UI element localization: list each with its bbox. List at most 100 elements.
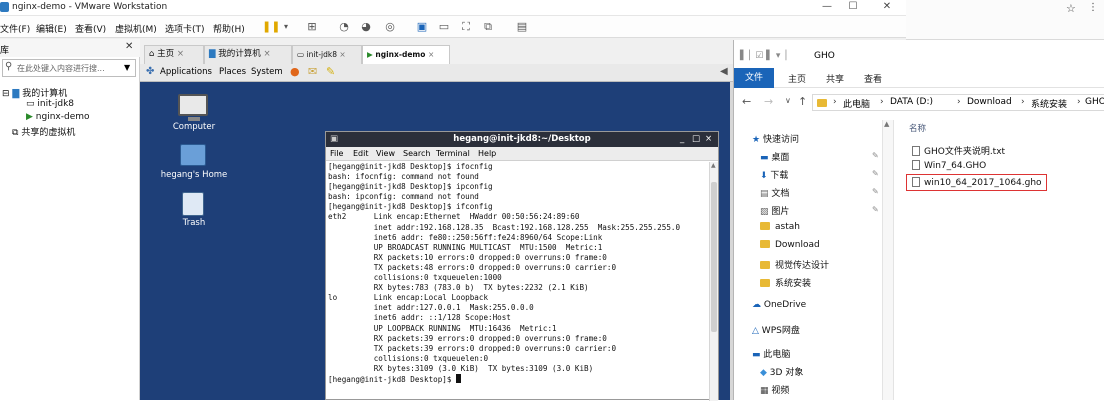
scroll-thumb[interactable] <box>711 182 717 332</box>
quick-access-toolbar-icon[interactable]: ▌│ ☑ ▌ ▾ │ <box>740 51 789 61</box>
home-folder-icon[interactable] <box>180 144 206 166</box>
up-arrow-icon[interactable]: ↑ <box>798 95 807 108</box>
pin-icon[interactable]: ✎ <box>872 205 879 214</box>
nav-3d-objects[interactable]: ◆ 3D 对象 <box>760 365 803 378</box>
nav-downloads[interactable]: ⬇ 下载 <box>760 168 788 181</box>
recent-dropdown-icon[interactable]: ∨ <box>785 96 791 105</box>
close-icon[interactable]: ✕ <box>872 0 902 16</box>
maximize-icon[interactable]: ☐ <box>838 0 868 16</box>
star-icon: ★ <box>752 135 761 145</box>
search-dropdown-icon[interactable]: ▼ <box>124 63 130 72</box>
menu-tabs[interactable]: 选项卡(T) <box>165 22 205 35</box>
tab-home[interactable]: ⌂ 主页 × <box>144 45 204 64</box>
close-tab-icon[interactable]: × <box>339 50 345 59</box>
tab-nginx-demo[interactable]: ▶ nginx-demo × <box>362 45 450 64</box>
nav-astah[interactable]: astah <box>760 222 800 232</box>
tab-my-computer[interactable]: ▇ 我的计算机 × <box>204 45 292 64</box>
forward-arrow-icon[interactable]: → <box>764 95 773 108</box>
bookmark-star-icon[interactable]: ☆ <box>1066 2 1076 15</box>
pause-icon[interactable]: ❚❚ <box>262 19 280 35</box>
close-tab-icon[interactable]: × <box>177 49 184 59</box>
menu-help[interactable]: 帮助(H) <box>213 22 245 35</box>
tab-init-jdk8[interactable]: ▭ init-jdk8 × <box>292 45 362 64</box>
close-library-icon[interactable]: ✕ <box>125 41 133 52</box>
nav-this-pc[interactable]: ▬ 此电脑 <box>752 347 790 360</box>
file-item[interactable]: GHO文件夹说明.txt <box>912 144 1005 157</box>
firefox-icon[interactable]: ● <box>290 65 300 78</box>
close-tab-icon[interactable]: × <box>428 50 434 59</box>
terminal-menu-help[interactable]: Help <box>478 149 496 158</box>
menu-edit[interactable]: 编辑(E) <box>36 22 67 35</box>
column-header-name[interactable]: 名称 <box>909 122 926 134</box>
nav-visual-design[interactable]: 视觉传达设计 <box>760 258 829 271</box>
pin-icon[interactable]: ✎ <box>872 151 879 160</box>
scroll-up-icon[interactable]: ▲ <box>711 162 716 169</box>
nav-onedrive[interactable]: ☁ OneDrive <box>752 300 806 310</box>
ribbon-tab-file[interactable]: 文件 <box>734 68 774 88</box>
thumbnail-icon[interactable]: ▭ <box>436 19 452 35</box>
nav-system-install[interactable]: 系统安装 <box>760 276 811 289</box>
notes-icon[interactable]: ✎ <box>326 65 335 78</box>
menu-places[interactable]: Places <box>219 67 246 77</box>
snapshot-icon[interactable]: ◔ <box>336 19 352 35</box>
menu-applications[interactable]: Applications <box>160 67 212 77</box>
tree-item-nginx-demo[interactable]: ▶ nginx-demo <box>26 112 90 122</box>
tree-item-init-jdk8[interactable]: ▭ init-jdk8 <box>26 99 74 109</box>
terminal-menu-icon[interactable]: ▣ <box>330 132 338 147</box>
close-tab-icon[interactable]: × <box>263 49 270 59</box>
snapshot-manager-icon[interactable]: ◎ <box>382 19 398 35</box>
mail-icon[interactable]: ✉ <box>308 65 317 78</box>
menu-file[interactable]: 文件(F) <box>0 22 30 35</box>
fullscreen-icon[interactable]: ⛶ <box>458 19 474 35</box>
nav-desktop[interactable]: ▬ 桌面 <box>760 150 789 163</box>
back-arrow-icon[interactable]: ← <box>742 95 751 108</box>
breadcrumb-system-install[interactable]: 系统安装 <box>1031 97 1067 110</box>
scroll-up-icon[interactable]: ▲ <box>884 120 889 128</box>
menu-system[interactable]: System <box>251 67 283 77</box>
terminal-menu-edit[interactable]: Edit <box>353 149 369 158</box>
menu-vm[interactable]: 虚拟机(M) <box>115 22 157 35</box>
terminal-menu-search[interactable]: Search <box>403 149 430 158</box>
terminal-close-icon[interactable]: × <box>705 132 712 147</box>
pin-icon[interactable]: ✎ <box>872 187 879 196</box>
library-search-input[interactable]: ⚲ 在此处键入内容进行搜... ▼ <box>2 59 136 77</box>
breadcrumb-data-drive[interactable]: DATA (D:) <box>890 97 933 107</box>
tree-item-shared-vms[interactable]: ⧉ 共享的虚拟机 <box>12 125 75 138</box>
breadcrumb[interactable]: › 此电脑 › DATA (D:) › Download › 系统安装 › GH… <box>812 94 1104 111</box>
ribbon-tab-view[interactable]: 查看 <box>864 72 882 85</box>
terminal-scrollbar[interactable]: ▲ <box>709 162 718 401</box>
terminal-menu-file[interactable]: File <box>330 149 343 158</box>
terminal-output[interactable]: [hegang@init-jkd8 Desktop]$ ifocnfig bash… <box>328 162 708 401</box>
nav-scrollbar[interactable]: ▲ <box>882 120 894 400</box>
computer-desktop-icon[interactable] <box>178 94 208 116</box>
nav-quick-access[interactable]: ★ 快速访问 <box>752 132 799 145</box>
terminal-minimize-icon[interactable]: _ <box>680 132 684 147</box>
console-view-icon[interactable]: ▤ <box>514 19 530 35</box>
chevron-down-icon[interactable]: ▾ <box>278 19 294 35</box>
trash-icon[interactable] <box>182 192 204 216</box>
breadcrumb-download[interactable]: Download <box>967 97 1012 107</box>
pin-icon[interactable]: ✎ <box>872 169 879 178</box>
volume-icon[interactable]: ◀ <box>720 66 728 77</box>
terminal-maximize-icon[interactable]: □ <box>692 132 700 147</box>
nav-pictures[interactable]: ▨ 图片 <box>760 204 789 217</box>
snapshot-restore-icon[interactable]: ◕ <box>358 19 374 35</box>
library-view-icon[interactable]: ▣ <box>414 19 430 35</box>
file-item[interactable]: Win7_64.GHO <box>912 160 986 171</box>
tree-item-my-computer[interactable]: ⊟ ▇ 我的计算机 <box>2 86 67 99</box>
browser-menu-icon[interactable]: ⋮ <box>1088 2 1098 13</box>
menu-view[interactable]: 查看(V) <box>75 22 106 35</box>
nav-download-folder[interactable]: Download <box>760 240 820 250</box>
terminal-menu-terminal[interactable]: Terminal <box>436 149 470 158</box>
breadcrumb-gho[interactable]: GHO <box>1085 97 1104 107</box>
unity-icon[interactable]: ⧉ <box>480 19 496 35</box>
nav-documents[interactable]: ▤ 文档 <box>760 186 789 199</box>
nav-wps-drive[interactable]: △ WPS网盘 <box>752 323 800 336</box>
ribbon-tab-home[interactable]: 主页 <box>788 72 806 85</box>
ribbon-tab-share[interactable]: 共享 <box>826 72 844 85</box>
network-icon[interactable]: ⊞ <box>304 19 320 35</box>
file-item-selected[interactable]: win10_64_2017_1064.gho <box>906 174 1047 191</box>
breadcrumb-this-pc[interactable]: 此电脑 <box>843 97 870 110</box>
terminal-menu-view[interactable]: View <box>376 149 395 158</box>
nav-videos[interactable]: ▦ 视频 <box>760 383 789 396</box>
